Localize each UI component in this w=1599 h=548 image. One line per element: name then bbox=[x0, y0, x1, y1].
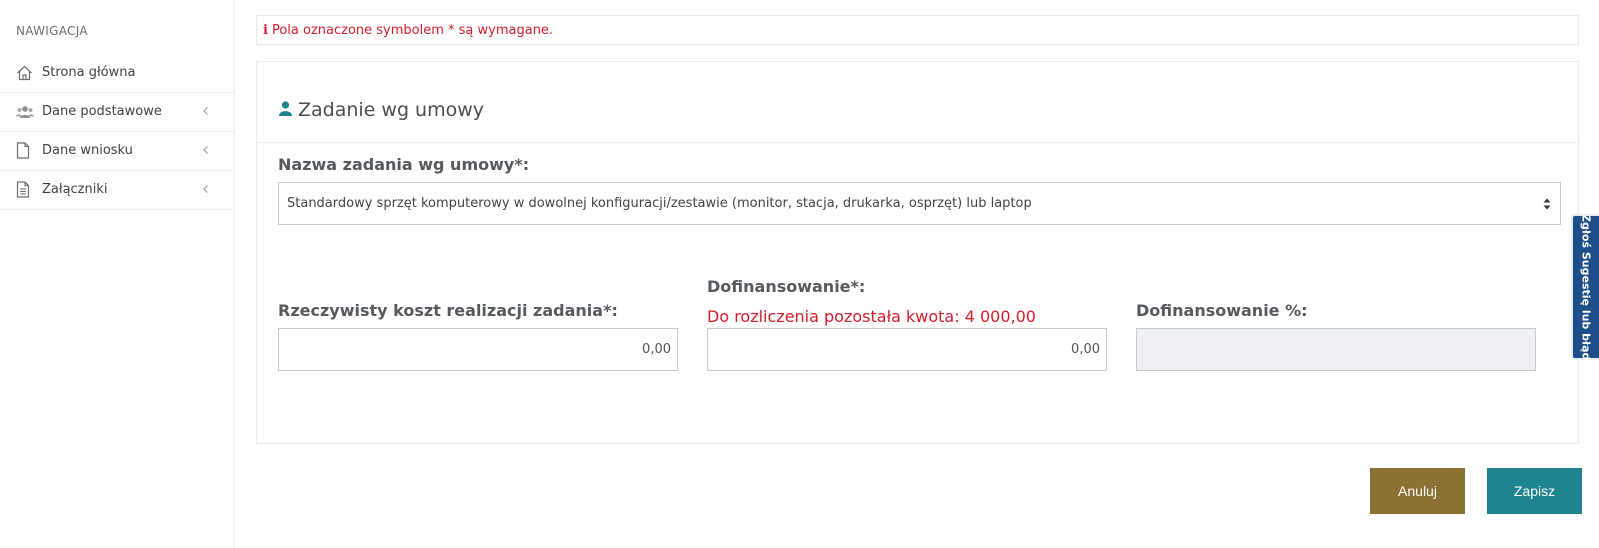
save-button[interactable]: Zapisz bbox=[1487, 468, 1582, 514]
sidebar-item-attachments[interactable]: Załączniki bbox=[0, 170, 234, 210]
chevron-left-icon bbox=[203, 185, 208, 193]
actual-cost-input[interactable]: 0,00 bbox=[278, 328, 678, 371]
funding-value: 0,00 bbox=[1071, 342, 1100, 357]
feedback-tab-label: Zgłoś Sugestię lub błąd bbox=[1579, 213, 1593, 361]
task-name-select[interactable]: Standardowy sprzęt komputerowy w dowolne… bbox=[278, 182, 1561, 225]
chevron-left-icon bbox=[203, 107, 208, 115]
cancel-button[interactable]: Anuluj bbox=[1370, 468, 1465, 514]
task-name-label: Nazwa zadania wg umowy*: bbox=[278, 155, 530, 174]
file-text-icon bbox=[16, 170, 42, 210]
task-name-value: Standardowy sprzęt komputerowy w dowolne… bbox=[287, 196, 1032, 211]
sidebar-item-label: Dane podstawowe bbox=[42, 104, 162, 119]
sidebar-item-application-data[interactable]: Dane wniosku bbox=[0, 131, 234, 171]
sidebar-item-label: Strona główna bbox=[42, 65, 136, 80]
actual-cost-label: Rzeczywisty koszt realizacji zadania*: bbox=[278, 301, 618, 320]
panel-header: Zadanie wg umowy bbox=[257, 62, 1578, 143]
users-icon bbox=[16, 92, 42, 132]
sidebar-item-home[interactable]: Strona główna bbox=[0, 53, 234, 93]
funding-remaining-warning: Do rozliczenia pozostała kwota: 4 000,00 bbox=[707, 307, 1036, 326]
select-arrows-icon bbox=[1543, 198, 1551, 210]
funding-input[interactable]: 0,00 bbox=[707, 328, 1107, 371]
nav-heading: NAWIGACJA bbox=[16, 24, 88, 38]
sidebar-item-basic-data[interactable]: Dane podstawowe bbox=[0, 92, 234, 132]
sidebar-item-label: Załączniki bbox=[42, 182, 108, 197]
sidebar-navigation: NAWIGACJA Strona główna Dane podstawowe … bbox=[0, 0, 235, 548]
panel-title-text: Zadanie wg umowy bbox=[298, 99, 485, 121]
file-icon bbox=[16, 131, 42, 171]
actual-cost-value: 0,00 bbox=[642, 342, 671, 357]
required-fields-alert: i Pola oznaczone symbolem * są wymagane. bbox=[256, 15, 1579, 45]
chevron-left-icon bbox=[203, 146, 208, 154]
alert-text: Pola oznaczone symbolem * są wymagane. bbox=[271, 22, 554, 38]
sidebar-item-label: Dane wniosku bbox=[42, 143, 133, 158]
user-icon bbox=[279, 100, 292, 120]
panel-title: Zadanie wg umowy bbox=[279, 99, 484, 121]
funding-label: Dofinansowanie*: bbox=[707, 277, 866, 296]
task-form-panel: Zadanie wg umowy Nazwa zadania wg umowy*… bbox=[256, 61, 1579, 444]
home-icon bbox=[16, 53, 42, 93]
funding-percent-input bbox=[1136, 328, 1536, 371]
funding-percent-label: Dofinansowanie %: bbox=[1136, 301, 1308, 320]
info-icon: i bbox=[263, 22, 268, 38]
feedback-tab[interactable]: Zgłoś Sugestię lub błąd bbox=[1571, 214, 1599, 360]
